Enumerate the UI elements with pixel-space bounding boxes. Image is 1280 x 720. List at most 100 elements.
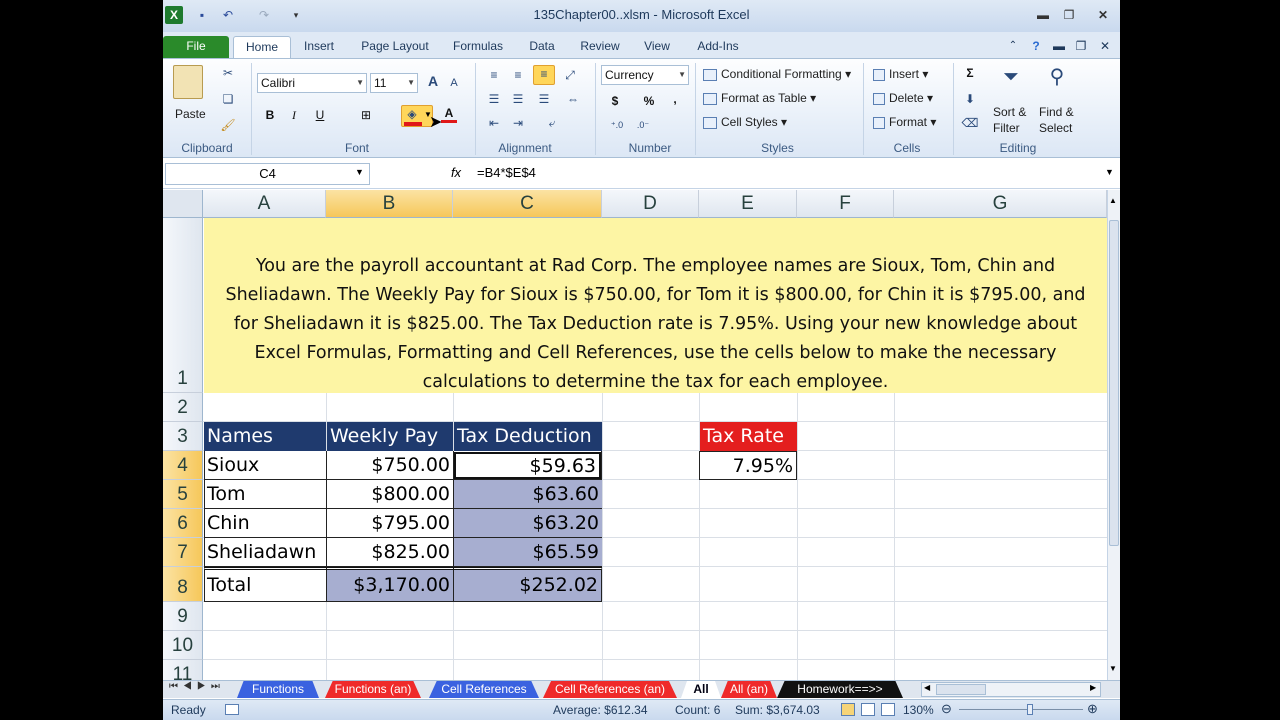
worksheet-grid[interactable]: A B C D E F G 1 2 3 4 5 6 7 8 9 10 11 Yo… [163,190,1107,680]
column-header-a[interactable]: A [203,190,326,218]
horizontal-scrollbar[interactable]: ◀ ▶ [921,682,1101,697]
shrink-font-button[interactable]: A [447,75,461,93]
row-header-3[interactable]: 3 [163,422,203,451]
header-weekly-pay[interactable]: Weekly Pay [327,422,453,451]
sheet-tab-all[interactable]: All [681,681,721,698]
decrease-indent-icon[interactable]: ⇤ [485,115,503,133]
clear-icon[interactable]: ⌫ [961,115,979,133]
normal-view-icon[interactable] [841,703,855,716]
row-header-6[interactable]: 6 [163,509,203,538]
tab-formulas[interactable]: Formulas [445,36,511,58]
tab-add-ins[interactable]: Add-Ins [687,36,749,58]
font-size-combo[interactable]: 11 ▼ [370,73,418,93]
tax-rate-value[interactable]: 7.95% [699,451,797,480]
page-break-view-icon[interactable] [881,703,895,716]
expand-formula-bar-icon[interactable]: ▼ [1105,167,1114,177]
row-header-9[interactable]: 9 [163,602,203,631]
name-box-dropdown-icon[interactable]: ▼ [355,167,364,177]
table-cell-name[interactable]: Sioux [204,451,325,480]
help-icon[interactable]: ? [1025,36,1047,58]
sort-filter-label-2[interactable]: Filter [993,121,1020,135]
center-icon[interactable]: ☰ [509,91,527,109]
tab-file[interactable]: File [163,36,229,58]
number-format-combo[interactable]: Currency ▼ [601,65,689,85]
scroll-up-icon[interactable]: ▲ [1109,196,1119,205]
sheet-tab-cell-references[interactable]: Cell References [429,681,539,698]
row-header-10[interactable]: 10 [163,631,203,660]
column-header-f[interactable]: F [797,190,894,218]
row-header-2[interactable]: 2 [163,393,203,422]
fill-icon[interactable]: ⬇ [961,91,979,109]
row-header-8[interactable]: 8 [163,567,203,602]
paste-button[interactable]: Paste [175,107,206,121]
grow-font-button[interactable]: A [425,73,441,91]
total-weekly-pay[interactable]: $3,170.00 [327,570,453,601]
total-label[interactable]: Total [204,570,325,601]
vertical-scrollbar[interactable]: ▲ ▼ [1107,190,1120,680]
orientation-icon[interactable]: ⤢ [561,67,579,85]
tab-view[interactable]: View [635,36,679,58]
horizontal-scroll-thumb[interactable] [936,684,986,695]
active-cell-c4[interactable]: $59.63 [454,452,601,479]
borders-icon[interactable]: ⊞ [357,107,375,125]
find-select-label[interactable]: Find & [1039,105,1074,119]
minimize-icon[interactable]: ▬ [1032,6,1054,24]
italic-button[interactable]: I [285,107,303,125]
comma-style-button[interactable]: , [669,91,681,109]
conditional-formatting-button[interactable]: Conditional Formatting ▾ [703,67,851,81]
column-header-c[interactable]: C [453,190,602,218]
wrap-text-icon[interactable]: ⤶ [541,115,563,133]
tax-rate-label[interactable]: Tax Rate [700,422,797,451]
align-top-icon[interactable]: ≡ [485,67,503,85]
align-bottom-icon[interactable]: ≡ [533,65,555,85]
sheet-tab-all-an[interactable]: All (an) [721,681,777,698]
table-cell-name[interactable]: Sheliadawn [204,538,325,567]
scroll-thumb[interactable] [1109,220,1119,546]
table-cell-weekly-pay[interactable]: $800.00 [327,480,453,509]
column-header-b[interactable]: B [326,190,453,218]
insert-function-button[interactable]: fx [445,163,467,185]
scroll-right-icon[interactable]: ▶ [1090,683,1096,692]
restore-icon[interactable]: ❐ [1058,6,1080,24]
decrease-decimal-icon[interactable]: .0⁻ [633,117,653,135]
tab-insert[interactable]: Insert [293,36,345,58]
sheet-nav-arrows-icon[interactable]: ⏮◀▶⏭ [169,681,225,692]
row-header-11[interactable]: 11 [163,660,203,680]
header-names[interactable]: Names [204,422,326,451]
font-color-button[interactable]: A [441,105,457,123]
page-layout-view-icon[interactable] [861,703,875,716]
align-middle-icon[interactable]: ≡ [509,67,527,85]
copy-icon[interactable]: ❏ [219,91,237,109]
zoom-slider-thumb[interactable] [1027,704,1033,715]
format-as-table-button[interactable]: Format as Table ▾ [703,91,816,105]
formula-input[interactable]: =B4*$E$4 [473,163,1103,185]
sheet-tab-functions[interactable]: Functions [237,681,319,698]
sort-filter-label[interactable]: Sort & [993,105,1026,119]
binoculars-icon[interactable]: ⚲ [1043,67,1071,95]
row-header-7[interactable]: 7 [163,538,203,567]
column-header-e[interactable]: E [699,190,797,218]
zoom-slider-track[interactable] [959,709,1083,710]
instructions-cell[interactable]: You are the payroll accountant at Rad Co… [204,218,1107,393]
table-cell-weekly-pay[interactable]: $750.00 [327,451,453,480]
scroll-left-icon[interactable]: ◀ [924,683,930,692]
table-cell-weekly-pay[interactable]: $795.00 [327,509,453,538]
name-box[interactable]: C4 [165,163,370,185]
header-tax-deduction[interactable]: Tax Deduction [454,422,602,451]
format-cells-button[interactable]: Format ▾ [873,115,936,129]
tab-home[interactable]: Home [233,36,291,58]
tab-data[interactable]: Data [519,36,565,58]
scroll-down-icon[interactable]: ▼ [1109,664,1119,673]
sheet-tab-functions-an[interactable]: Functions (an) [325,681,421,698]
column-header-d[interactable]: D [602,190,699,218]
sheet-tab-cell-references-an[interactable]: Cell References (an) [543,681,677,698]
row-header-1[interactable]: 1 [163,218,203,393]
cut-icon[interactable]: ✂ [219,65,237,83]
merge-center-icon[interactable]: ⇔ [561,91,585,109]
table-cell-name[interactable]: Tom [204,480,325,509]
bold-button[interactable]: B [261,107,279,125]
macro-record-icon[interactable] [225,704,239,715]
zoom-level[interactable]: 130% [903,703,934,717]
table-cell-weekly-pay[interactable]: $825.00 [327,538,453,567]
select-all-corner[interactable] [163,190,203,218]
